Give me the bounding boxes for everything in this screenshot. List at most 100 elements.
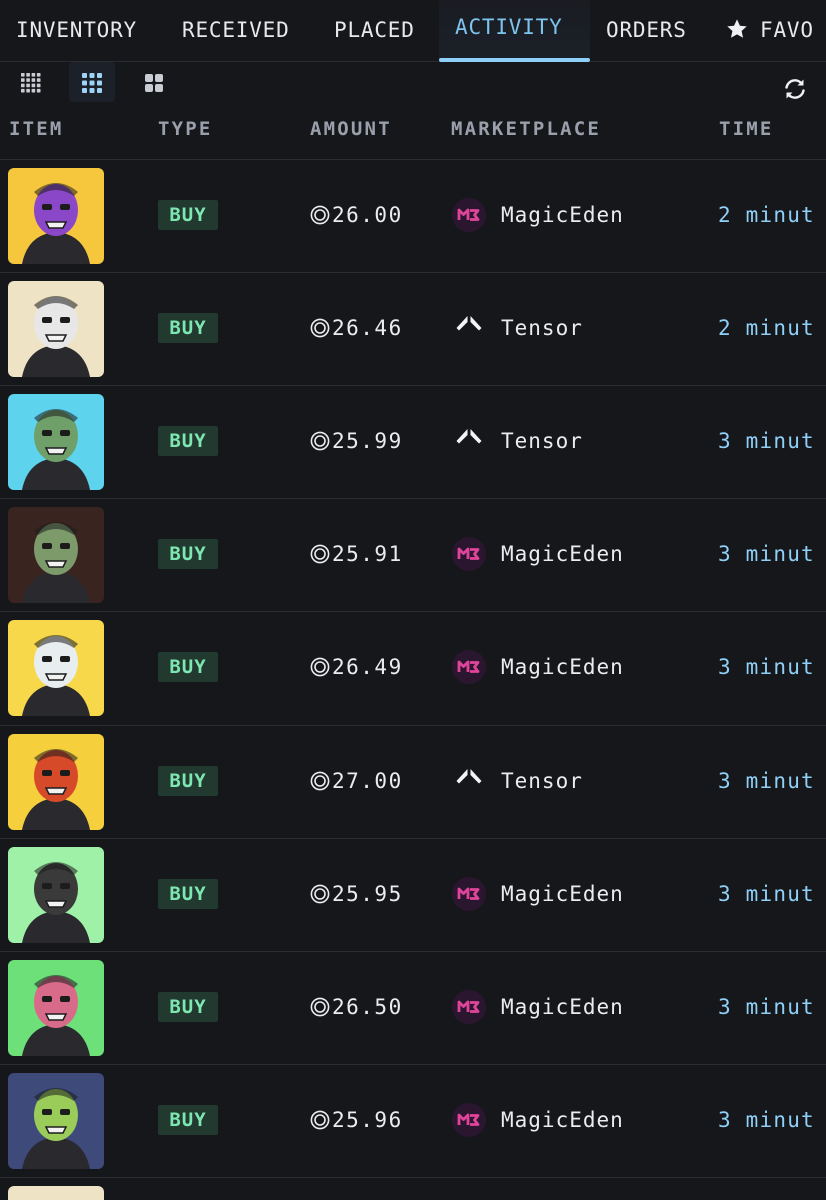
amount-cell: 26.49 — [310, 652, 403, 682]
amount-value: 25.99 — [332, 429, 403, 454]
coin-icon — [310, 657, 330, 677]
magiceden-icon — [452, 198, 486, 232]
marketplace-link[interactable]: MagicEden — [501, 539, 624, 569]
magiceden-icon — [452, 989, 486, 1024]
nft-thumbnail-partial[interactable] — [8, 1186, 104, 1200]
marketplace-link[interactable]: Tensor — [501, 313, 583, 343]
magiceden-icon — [452, 650, 486, 685]
tensor-icon — [456, 316, 482, 342]
marketplace-link[interactable]: MagicEden — [501, 652, 624, 682]
amount-value: 25.96 — [332, 1107, 403, 1132]
grid-medium-icon — [82, 73, 102, 93]
type-badge: BUY — [158, 200, 218, 230]
amount-cell: 26.46 — [310, 313, 403, 343]
nft-thumbnail[interactable] — [8, 394, 104, 491]
nft-thumbnail[interactable] — [8, 168, 104, 264]
tab-received[interactable]: RECEIVED — [182, 0, 290, 62]
marketplace-link[interactable]: Tensor — [501, 766, 583, 796]
marketplace-link[interactable]: MagicEden — [501, 879, 624, 909]
header-amount[interactable]: AMOUNT — [310, 118, 392, 140]
coin-icon — [310, 884, 330, 903]
table-row[interactable]: BUY 25.95 MagicEden 3 minut — [0, 837, 826, 951]
nft-art-icon — [8, 507, 104, 604]
coin-icon — [310, 771, 330, 790]
nft-thumbnail[interactable] — [8, 846, 104, 943]
nft-art-icon — [8, 281, 104, 378]
header-marketplace[interactable]: MARKETPLACE — [451, 118, 601, 140]
header-type[interactable]: TYPE — [158, 118, 213, 140]
nft-art-icon — [8, 168, 104, 264]
coin-icon — [310, 318, 330, 338]
tab-favorites[interactable]: FAVO — [726, 0, 814, 62]
amount-cell: 25.95 — [310, 879, 403, 909]
amount-cell: 25.91 — [310, 539, 403, 569]
time-cell: 3 minut — [718, 994, 815, 1019]
nft-art-icon — [8, 959, 104, 1056]
magiceden-icon — [452, 1102, 486, 1137]
table-row[interactable]: BUY 26.49 MagicEden 3 minut — [0, 611, 826, 724]
time-cell: 3 minut — [718, 429, 815, 454]
coin-icon — [310, 431, 330, 451]
amount-cell: 25.99 — [310, 426, 403, 456]
type-badge: BUY — [158, 313, 218, 344]
table-row[interactable]: BUY 27.00 Tensor 3 minut — [0, 724, 826, 838]
marketplace-link[interactable]: MagicEden — [501, 992, 624, 1022]
nft-art-icon — [8, 846, 104, 943]
tab-activity-label: ACTIVITY — [455, 15, 563, 39]
magiceden-icon — [452, 537, 486, 572]
header-time[interactable]: TIME — [719, 118, 774, 140]
tab-bar: INVENTORY RECEIVED PLACED ACTIVITY ORDER… — [0, 0, 826, 62]
view-grid-small-button[interactable] — [8, 62, 54, 102]
nft-art-icon — [8, 1072, 104, 1169]
amount-value: 25.91 — [332, 542, 403, 567]
row-divider — [0, 1177, 826, 1178]
table-row[interactable]: BUY 25.99 Tensor 3 minut — [0, 385, 826, 498]
view-grid-large-button[interactable] — [131, 62, 177, 102]
grid-small-icon — [21, 73, 41, 93]
amount-cell: 27.00 — [310, 766, 403, 796]
table-row[interactable]: BUY 25.96 MagicEden 3 minut — [0, 1063, 826, 1177]
nft-thumbnail[interactable] — [8, 1072, 104, 1169]
marketplace-link[interactable]: MagicEden — [501, 1105, 624, 1135]
tensor-icon — [456, 429, 482, 455]
amount-cell: 26.00 — [310, 200, 403, 230]
tab-inventory[interactable]: INVENTORY — [16, 0, 137, 62]
amount-cell: 25.96 — [310, 1105, 403, 1135]
nft-art-icon — [8, 620, 104, 717]
table-row[interactable]: BUY 25.91 MagicEden 3 minut — [0, 498, 826, 611]
view-grid-medium-button[interactable] — [69, 62, 115, 102]
tab-placed[interactable]: PLACED — [334, 0, 415, 62]
tab-activity[interactable]: ACTIVITY — [439, 0, 590, 62]
time-cell: 2 minut — [718, 316, 815, 341]
marketplace-link[interactable]: MagicEden — [501, 200, 624, 230]
type-badge: BUY — [158, 652, 218, 683]
type-badge: BUY — [158, 1104, 218, 1135]
nft-thumbnail[interactable] — [8, 620, 104, 717]
type-badge: BUY — [158, 878, 218, 909]
nft-art-icon — [8, 733, 104, 830]
magiceden-icon — [452, 876, 486, 911]
refresh-icon[interactable] — [782, 76, 808, 102]
table-row[interactable]: BUY 26.50 MagicEden 3 minut — [0, 950, 826, 1064]
tensor-icon — [456, 768, 482, 794]
amount-value: 25.95 — [332, 881, 403, 906]
nft-thumbnail[interactable] — [8, 733, 104, 830]
time-cell: 3 minut — [718, 1107, 815, 1132]
header-item[interactable]: ITEM — [9, 118, 64, 140]
tab-orders[interactable]: ORDERS — [606, 0, 687, 62]
coin-icon — [310, 205, 330, 225]
amount-value: 26.49 — [332, 655, 403, 680]
amount-value: 26.00 — [332, 203, 403, 227]
star-icon — [727, 19, 747, 38]
marketplace-link[interactable]: Tensor — [501, 426, 583, 456]
type-badge: BUY — [158, 426, 218, 457]
table-row[interactable]: BUY 26.46 Tensor 2 minut — [0, 272, 826, 385]
time-cell: 3 minut — [718, 655, 815, 680]
nft-thumbnail[interactable] — [8, 959, 104, 1056]
coin-icon — [310, 544, 330, 564]
table-row[interactable]: BUY 26.00 MagicEden 2 minut — [0, 159, 826, 272]
time-cell: 3 minut — [718, 542, 815, 567]
nft-thumbnail[interactable] — [8, 507, 104, 604]
nft-thumbnail[interactable] — [8, 281, 104, 378]
grid-large-icon — [145, 74, 163, 92]
